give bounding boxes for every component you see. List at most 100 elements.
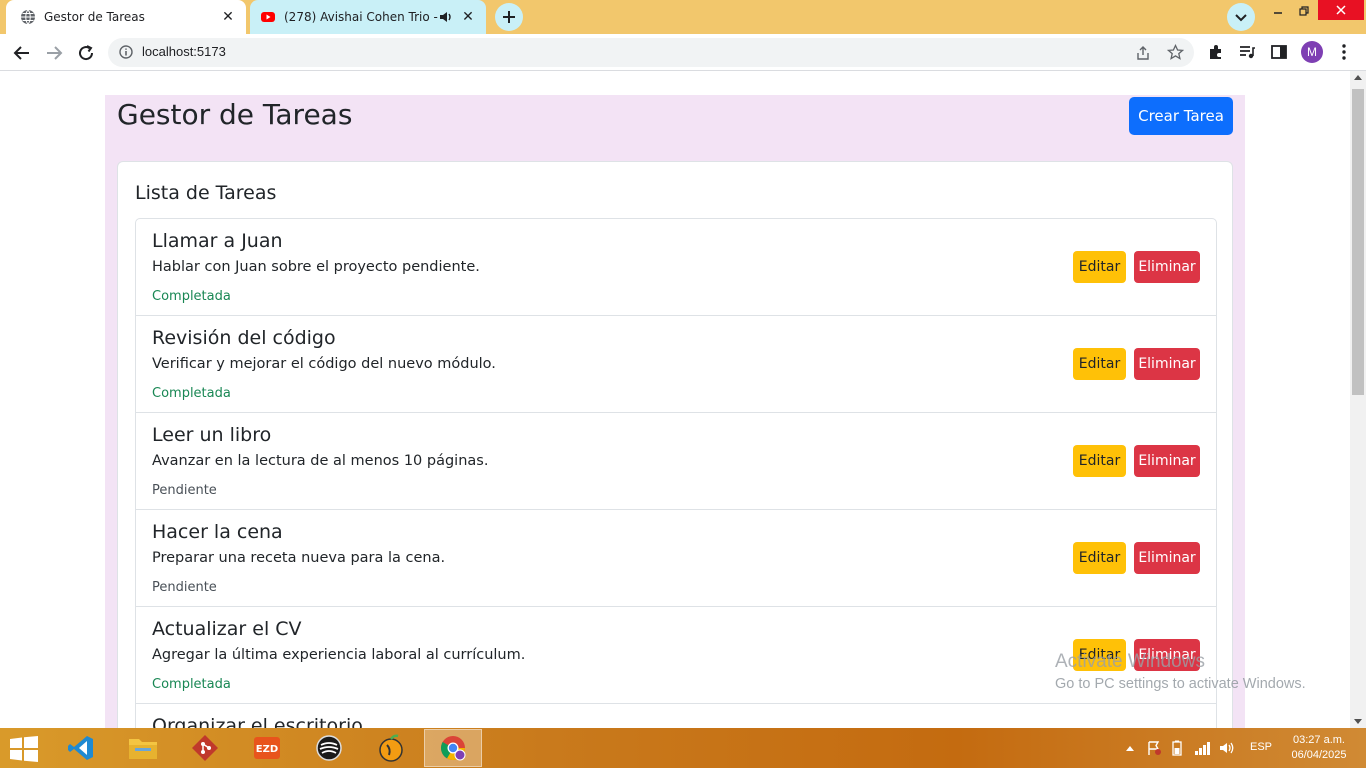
edit-task-button[interactable]: Editar: [1073, 639, 1126, 671]
delete-task-button[interactable]: Eliminar: [1134, 542, 1200, 574]
back-button[interactable]: [9, 40, 35, 66]
tab-close-icon[interactable]: ✕: [220, 9, 236, 25]
tray-battery[interactable]: [1168, 739, 1188, 757]
task-manager-app: Gestor de Tareas Crear Tarea Lista de Ta…: [105, 95, 1245, 728]
delete-task-button[interactable]: Eliminar: [1134, 348, 1200, 380]
taskbar-fl-studio[interactable]: [362, 729, 420, 767]
tray-volume[interactable]: [1217, 739, 1237, 757]
delete-task-button[interactable]: Eliminar: [1134, 445, 1200, 477]
taskbar-ezd[interactable]: EZD: [238, 729, 296, 767]
tab-title: (278) Avishai Cohen Trio - Sh: [284, 10, 438, 24]
fruit-icon: [379, 734, 403, 762]
flag-icon: [1148, 741, 1161, 755]
info-icon[interactable]: [119, 45, 133, 59]
tab-close-icon[interactable]: ✕: [460, 9, 476, 25]
delete-task-button[interactable]: Eliminar: [1134, 251, 1200, 283]
scroll-down-arrow-icon[interactable]: [1354, 719, 1362, 724]
puzzle-icon: [1210, 45, 1221, 59]
close-window-button[interactable]: [1318, 0, 1364, 20]
tab-title: Gestor de Tareas: [44, 10, 145, 24]
app-circle-icon: [316, 735, 342, 761]
task-description: Agregar la última experiencia laboral al…: [152, 647, 526, 663]
address-bar[interactable]: localhost:5173: [108, 38, 1194, 67]
task-list: Llamar a Juan Hablar con Juan sobre el p…: [135, 218, 1217, 728]
tray-clock[interactable]: 03:27 a.m. 06/04/2025: [1288, 733, 1350, 763]
taskbar-chrome[interactable]: [424, 729, 482, 767]
tray-language[interactable]: ESP: [1250, 741, 1272, 753]
task-title: Hacer la cena: [152, 521, 283, 543]
folder-icon: [129, 739, 157, 759]
minimize-icon: [1274, 12, 1282, 14]
bookmark-star-icon[interactable]: [1167, 44, 1184, 61]
windows-taskbar: EZD ESP 03:27 a.m. 06/04/2025: [0, 728, 1366, 768]
task-title: Revisión del código: [152, 327, 336, 349]
youtube-icon: [261, 12, 275, 22]
new-tab-button[interactable]: [495, 3, 523, 31]
side-panel-icon: [1271, 45, 1287, 59]
tab-gestor-de-tareas[interactable]: Gestor de Tareas ✕: [6, 0, 246, 34]
tray-action-center[interactable]: [1144, 739, 1164, 757]
clock-date: 06/04/2025: [1291, 749, 1347, 761]
kebab-menu-icon: [1342, 44, 1346, 60]
create-task-button[interactable]: Crear Tarea: [1129, 97, 1233, 135]
url-text: localhost:5173: [142, 44, 226, 59]
taskbar-git[interactable]: [176, 729, 234, 767]
page-scrollbar[interactable]: [1350, 71, 1366, 728]
edit-task-button[interactable]: Editar: [1073, 445, 1126, 477]
task-item: Llamar a Juan Hablar con Juan sobre el p…: [136, 219, 1216, 316]
extensions-button[interactable]: [1205, 41, 1227, 63]
profile-avatar[interactable]: M: [1301, 41, 1323, 63]
task-list-card: Lista de Tareas Llamar a Juan Hablar con…: [117, 161, 1233, 728]
plus-icon: [503, 11, 515, 23]
signal-bars-icon: [1195, 742, 1210, 755]
share-icon[interactable]: [1135, 45, 1151, 61]
tray-overflow-button[interactable]: [1124, 739, 1136, 757]
taskbar-app-circle[interactable]: [300, 729, 358, 767]
task-status: Pendiente: [152, 483, 217, 498]
task-item: Leer un libro Avanzar en la lectura de a…: [136, 413, 1216, 510]
taskbar-vscode[interactable]: [52, 729, 110, 767]
task-title: Llamar a Juan: [152, 230, 283, 252]
tab-search-button[interactable]: [1227, 3, 1255, 31]
task-description: Avanzar en la lectura de al menos 10 pág…: [152, 453, 489, 469]
restore-button[interactable]: [1286, 0, 1322, 22]
page-title: Gestor de Tareas: [117, 98, 353, 131]
reload-icon: [79, 45, 94, 61]
task-list-title: Lista de Tareas: [135, 182, 277, 204]
task-status: Completada: [152, 289, 231, 304]
task-description: Hablar con Juan sobre el proyecto pendie…: [152, 259, 480, 275]
scroll-up-arrow-icon[interactable]: [1354, 75, 1362, 80]
menu-button[interactable]: [1333, 41, 1355, 63]
git-icon: [192, 735, 218, 761]
close-icon: [1336, 5, 1346, 15]
browser-toolbar: localhost:5173 M: [0, 34, 1366, 71]
edit-task-button[interactable]: Editar: [1073, 251, 1126, 283]
task-item: Revisión del código Verificar y mejorar …: [136, 316, 1216, 413]
side-panel-button[interactable]: [1268, 41, 1290, 63]
task-status: Completada: [152, 677, 231, 692]
battery-icon: [1172, 740, 1182, 756]
media-control-button[interactable]: [1236, 41, 1258, 63]
taskbar-file-explorer[interactable]: [114, 729, 172, 767]
edit-task-button[interactable]: Editar: [1073, 348, 1126, 380]
chevron-down-icon: [1235, 14, 1247, 22]
caret-up-icon: [1126, 746, 1134, 751]
tray-network[interactable]: [1192, 739, 1214, 757]
windows-start-icon[interactable]: [8, 736, 40, 762]
browser-tab-bar: Gestor de Tareas ✕ (278) Avishai Cohen T…: [0, 0, 1366, 34]
task-item: Actualizar el CV Agregar la última exper…: [136, 607, 1216, 704]
forward-button[interactable]: [41, 40, 67, 66]
chrome-icon: [440, 736, 466, 761]
ezd-icon: EZD: [254, 737, 280, 759]
svg-text:EZD: EZD: [256, 744, 278, 755]
page-viewport: Gestor de Tareas Crear Tarea Lista de Ta…: [0, 71, 1350, 728]
vscode-icon: [68, 736, 93, 760]
scroll-thumb[interactable]: [1352, 89, 1364, 395]
tab-youtube[interactable]: (278) Avishai Cohen Trio - Sh ✕: [250, 0, 486, 34]
delete-task-button[interactable]: Eliminar: [1134, 639, 1200, 671]
reload-button[interactable]: [73, 40, 99, 66]
speaker-icon[interactable]: [438, 9, 454, 25]
task-description: Verificar y mejorar el código del nuevo …: [152, 356, 496, 372]
edit-task-button[interactable]: Editar: [1073, 542, 1126, 574]
task-status: Completada: [152, 386, 231, 401]
